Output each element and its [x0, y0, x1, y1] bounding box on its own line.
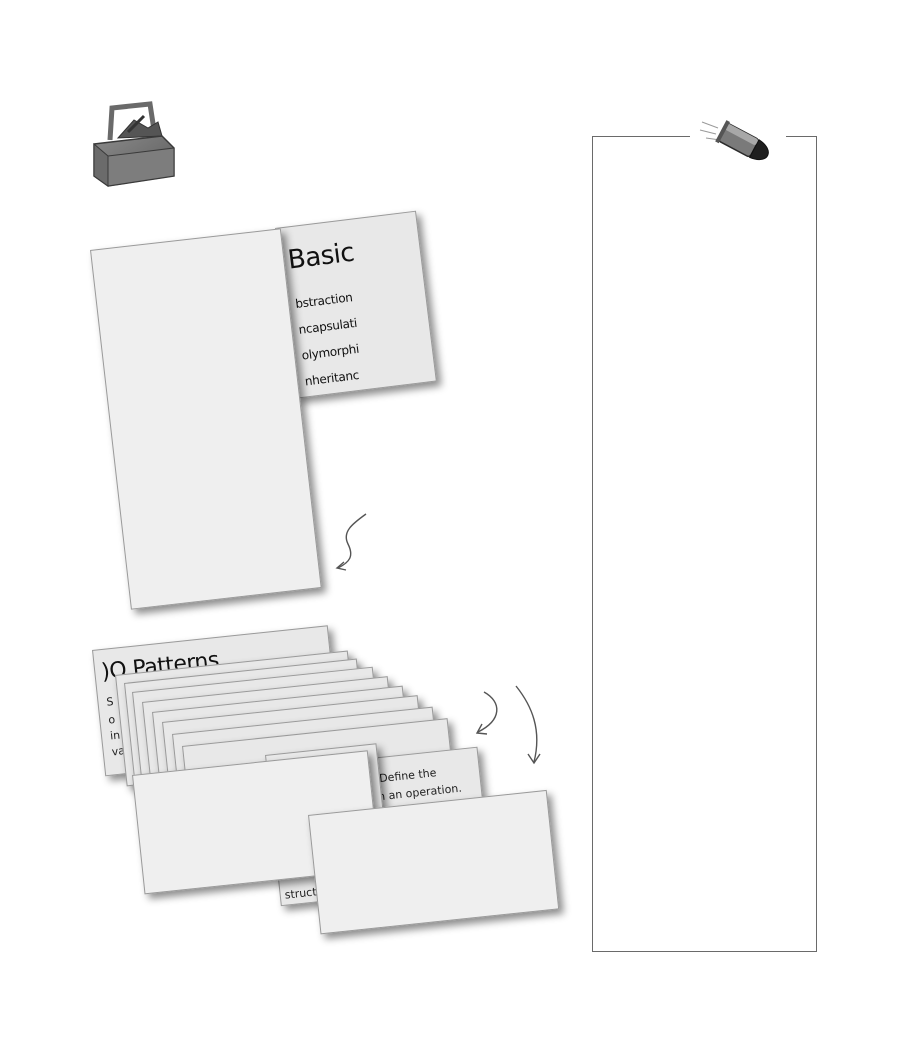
oo-basics-item: ncapsulati	[297, 315, 358, 337]
oo-basics-item: nheritanc	[304, 367, 360, 389]
oo-principles-card	[90, 228, 322, 610]
curved-arrow-icon	[470, 688, 506, 738]
toolbox-icon	[88, 100, 180, 190]
define-text: Define the	[378, 766, 438, 786]
oo-basics-card: Basic bstraction ncapsulati olymorphi nh…	[275, 210, 437, 399]
curved-arrow-icon	[330, 510, 370, 574]
oo-basics-item: bstraction	[294, 290, 354, 312]
bullet-points-panel	[592, 136, 817, 952]
curved-arrow-icon	[508, 682, 548, 768]
oo-basics-item: olymorphi	[300, 341, 360, 363]
bullet-icon	[698, 112, 782, 172]
oo-basics-title: Basic	[286, 237, 356, 276]
blank-pattern-card	[308, 789, 560, 935]
